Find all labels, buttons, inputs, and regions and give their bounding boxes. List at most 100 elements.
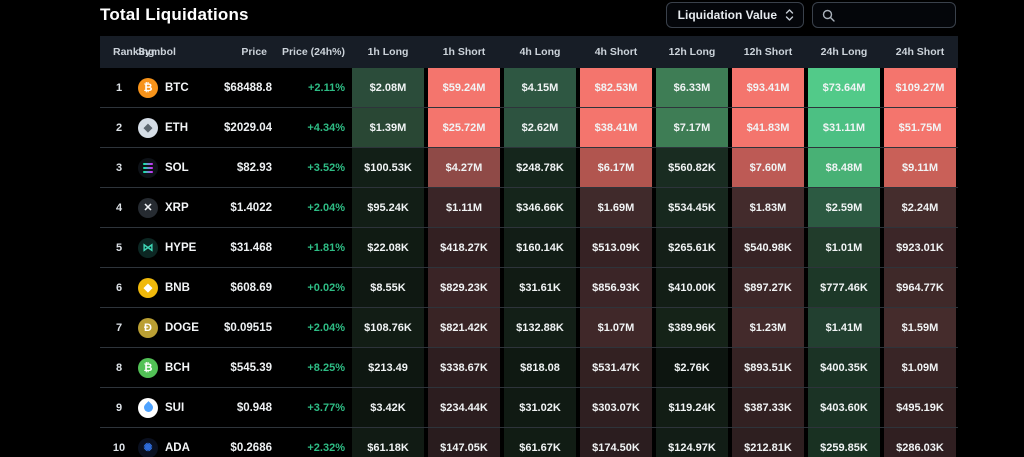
liquidation-cell: $100.53K bbox=[350, 148, 426, 187]
liquidation-value: $124.97K bbox=[656, 428, 728, 457]
eth-coin-icon: ◆ bbox=[138, 118, 158, 138]
liquidation-cell: $108.76K bbox=[350, 308, 426, 347]
liquidation-cell: $495.19K bbox=[882, 388, 958, 427]
liquidation-value: $4.27M bbox=[428, 148, 500, 187]
page-title: Total Liquidations bbox=[100, 5, 249, 25]
liquidation-value: $7.60M bbox=[732, 148, 804, 187]
table-row-xrp[interactable]: 4✕XRP$1.4022+2.04%$95.24K$1.11M$346.66K$… bbox=[100, 187, 958, 227]
liquidation-value: $93.41M bbox=[732, 68, 804, 107]
liquidation-value-dropdown[interactable]: Liquidation Value bbox=[666, 2, 804, 28]
column-header-1h-short[interactable]: 1h Short bbox=[426, 46, 502, 58]
liquidation-cell: $338.67K bbox=[426, 348, 502, 387]
liquidation-value: $212.81K bbox=[732, 428, 804, 457]
liquidation-value: $6.33M bbox=[656, 68, 728, 107]
table-row-sui[interactable]: 9SUI$0.948+3.77%$3.42K$234.44K$31.02K$30… bbox=[100, 387, 958, 427]
liquidation-cell: $59.24M bbox=[426, 68, 502, 107]
column-header-12h-short[interactable]: 12h Short bbox=[730, 46, 806, 58]
symbol-cell: SOL bbox=[138, 148, 212, 187]
column-header-price[interactable]: Price bbox=[212, 46, 272, 58]
column-header-4h-short[interactable]: 4h Short bbox=[578, 46, 654, 58]
liquidation-cell: $3.42K bbox=[350, 388, 426, 427]
column-header-24h-short[interactable]: 24h Short bbox=[882, 46, 958, 58]
liquidation-cell: $1.69M bbox=[578, 188, 654, 227]
table-row-bnb[interactable]: 6◆BNB$608.69+0.02%$8.55K$829.23K$31.61K$… bbox=[100, 267, 958, 307]
liquidation-value: $119.24K bbox=[656, 388, 728, 427]
liquidation-value: $174.50K bbox=[580, 428, 652, 457]
liquidation-cell: $82.53M bbox=[578, 68, 654, 107]
liquidation-cell: $418.27K bbox=[426, 228, 502, 267]
table-row-bch[interactable]: 8₿BCH$545.39+8.25%$213.49$338.67K$818.08… bbox=[100, 347, 958, 387]
table-body: 1₿BTC$68488.8+2.11%$2.08M$59.24M$4.15M$8… bbox=[100, 68, 958, 457]
column-header-ranking[interactable]: Ranking bbox=[100, 46, 138, 58]
symbol-cell: SUI bbox=[138, 388, 212, 427]
table-row-eth[interactable]: 2◆ETH$2029.04+4.34%$1.39M$25.72M$2.62M$3… bbox=[100, 107, 958, 147]
liquidation-value: $8.55K bbox=[352, 268, 424, 307]
table-row-hype[interactable]: 5⋈HYPE$31.468+1.81%$22.08K$418.27K$160.1… bbox=[100, 227, 958, 267]
liquidation-cell: $818.08 bbox=[502, 348, 578, 387]
price-change-cell: +3.52% bbox=[272, 148, 350, 187]
price-change-cell: +8.25% bbox=[272, 348, 350, 387]
liquidation-value: $1.09M bbox=[884, 348, 956, 387]
liquidation-value: $1.69M bbox=[580, 188, 652, 227]
rank-cell: 7 bbox=[100, 308, 138, 347]
symbol-label: BTC bbox=[165, 82, 189, 94]
liquidation-value: $213.49 bbox=[352, 348, 424, 387]
liquidation-cell: $248.78K bbox=[502, 148, 578, 187]
column-header-12h-long[interactable]: 12h Long bbox=[654, 46, 730, 58]
search-box[interactable] bbox=[812, 2, 956, 28]
liquidation-cell: $160.14K bbox=[502, 228, 578, 267]
rank-cell: 1 bbox=[100, 68, 138, 107]
liquidation-value: $41.83M bbox=[732, 108, 804, 147]
column-header-symbol[interactable]: Symbol bbox=[138, 46, 212, 58]
liquidation-cell: $147.05K bbox=[426, 428, 502, 457]
symbol-label: SOL bbox=[165, 162, 189, 174]
search-input[interactable] bbox=[841, 7, 946, 23]
liquidation-cell: $821.42K bbox=[426, 308, 502, 347]
price-change-cell: +2.04% bbox=[272, 308, 350, 347]
liquidation-value: $22.08K bbox=[352, 228, 424, 267]
liquidation-cell: $174.50K bbox=[578, 428, 654, 457]
rank-cell: 8 bbox=[100, 348, 138, 387]
topbar: Total Liquidations Liquidation Value bbox=[100, 0, 956, 30]
column-header-24h-long[interactable]: 24h Long bbox=[806, 46, 882, 58]
liquidation-value: $829.23K bbox=[428, 268, 500, 307]
liquidation-value: $2.24M bbox=[884, 188, 956, 227]
liquidation-value: $265.61K bbox=[656, 228, 728, 267]
liquidation-cell: $1.09M bbox=[882, 348, 958, 387]
liquidation-value: $1.39M bbox=[352, 108, 424, 147]
liquidation-cell: $923.01K bbox=[882, 228, 958, 267]
liquidation-value: $338.67K bbox=[428, 348, 500, 387]
rank-cell: 9 bbox=[100, 388, 138, 427]
liquidation-cell: $234.44K bbox=[426, 388, 502, 427]
price-change-cell: +2.11% bbox=[272, 68, 350, 107]
symbol-cell: ◆BNB bbox=[138, 268, 212, 307]
table-row-ada[interactable]: 10✺ADA$0.2686+2.32%$61.18K$147.05K$61.67… bbox=[100, 427, 958, 457]
liquidation-cell: $109.27M bbox=[882, 68, 958, 107]
liquidation-cell: $1.01M bbox=[806, 228, 882, 267]
symbol-cell: ✺ADA bbox=[138, 428, 212, 457]
price-cell: $545.39 bbox=[212, 348, 272, 387]
hype-coin-icon: ⋈ bbox=[138, 238, 158, 258]
table-row-doge[interactable]: 7ÐDOGE$0.09515+2.04%$108.76K$821.42K$132… bbox=[100, 307, 958, 347]
liquidation-cell: $6.17M bbox=[578, 148, 654, 187]
liquidation-cell: $61.67K bbox=[502, 428, 578, 457]
table-row-btc[interactable]: 1₿BTC$68488.8+2.11%$2.08M$59.24M$4.15M$8… bbox=[100, 68, 958, 107]
liquidation-value: $31.61K bbox=[504, 268, 576, 307]
liquidation-value: $531.47K bbox=[580, 348, 652, 387]
btc-coin-icon: ₿ bbox=[138, 78, 158, 98]
liquidation-value: $147.05K bbox=[428, 428, 500, 457]
column-header-4h-long[interactable]: 4h Long bbox=[502, 46, 578, 58]
price-change-cell: +2.32% bbox=[272, 428, 350, 457]
liquidation-value: $2.62M bbox=[504, 108, 576, 147]
column-header-1h-long[interactable]: 1h Long bbox=[350, 46, 426, 58]
table-row-sol[interactable]: 3SOL$82.93+3.52%$100.53K$4.27M$248.78K$6… bbox=[100, 147, 958, 187]
liquidation-cell: $1.39M bbox=[350, 108, 426, 147]
liquidation-cell: $403.60K bbox=[806, 388, 882, 427]
liquidation-value: $1.01M bbox=[808, 228, 880, 267]
liquidation-cell: $540.98K bbox=[730, 228, 806, 267]
liquidation-value: $387.33K bbox=[732, 388, 804, 427]
liquidation-value: $540.98K bbox=[732, 228, 804, 267]
column-header-price-24h-[interactable]: Price (24h%) bbox=[272, 46, 350, 58]
liquidation-value: $109.27M bbox=[884, 68, 956, 107]
liquidation-cell: $95.24K bbox=[350, 188, 426, 227]
